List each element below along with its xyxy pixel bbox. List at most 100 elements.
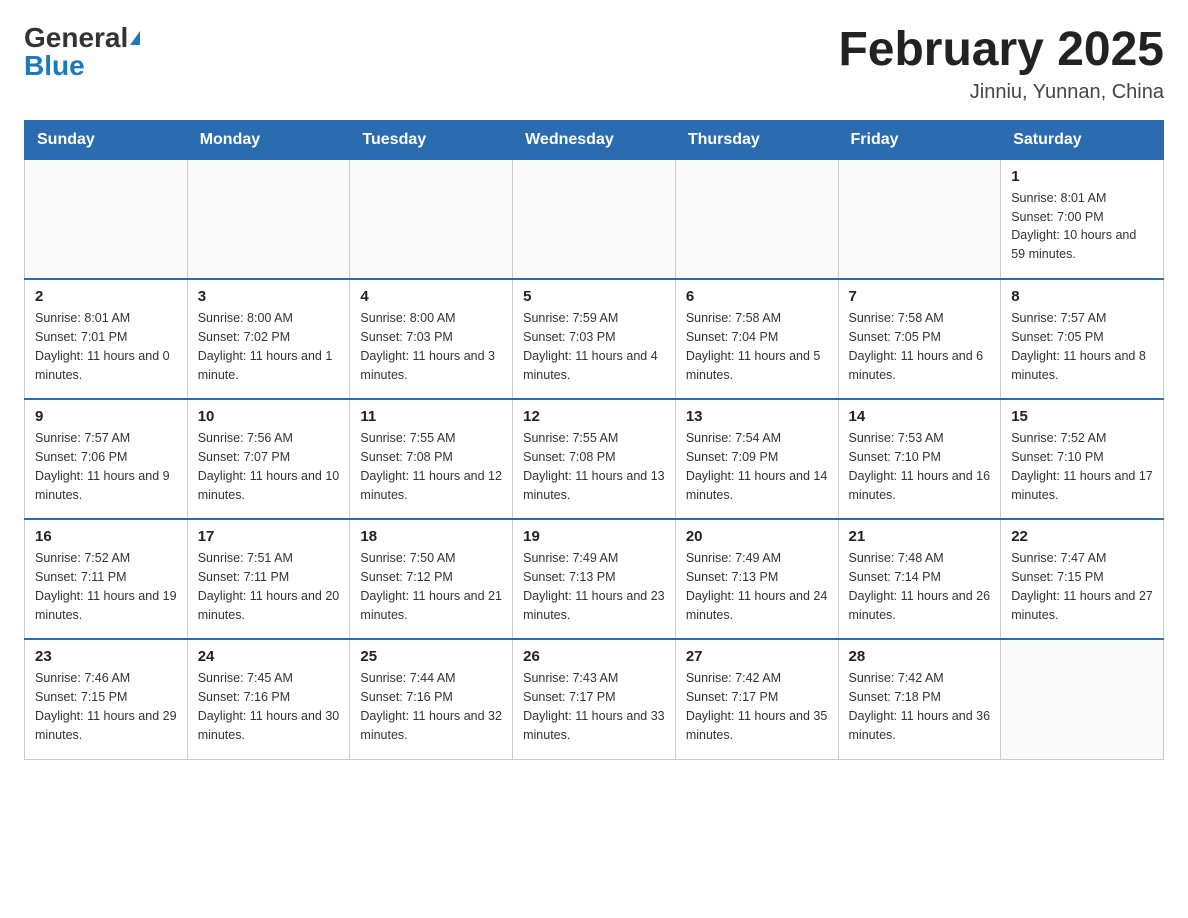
calendar-cell: 12 Sunrise: 7:55 AMSunset: 7:08 PMDayligh… xyxy=(513,399,676,519)
day-number: 20 xyxy=(686,528,828,545)
calendar-week-row: 16Sunrise: 7:52 AMSunset: 7:11 PMDayligh… xyxy=(25,519,1164,639)
day-info: Sunrise: 8:01 AMSunset: 7:00 PMDaylight:… xyxy=(1011,189,1153,264)
title-section: February 2025 Jinniu, Yunnan, China xyxy=(838,24,1164,104)
calendar-cell xyxy=(675,159,838,279)
calendar-cell: 19 Sunrise: 7:49 AMSunset: 7:13 PMDayligh… xyxy=(513,519,676,639)
day-info: Sunrise: 8:00 AMSunset: 7:02 PMDaylight:… xyxy=(198,309,340,384)
calendar-cell xyxy=(838,159,1001,279)
month-title: February 2025 xyxy=(838,24,1164,77)
logo-blue-text: Blue xyxy=(24,52,85,80)
day-number: 26 xyxy=(523,648,665,665)
day-number: 21 xyxy=(849,528,991,545)
day-of-week-header: Sunday xyxy=(25,120,188,159)
day-number: 5 xyxy=(523,288,665,305)
day-number: 6 xyxy=(686,288,828,305)
location-text: Jinniu, Yunnan, China xyxy=(838,81,1164,104)
day-number: 22 xyxy=(1011,528,1153,545)
day-info: Sunrise: 7:52 AMSunset: 7:10 PMDaylight:… xyxy=(1011,429,1153,504)
day-info: Sunrise: 7:42 AMSunset: 7:17 PMDaylight:… xyxy=(686,669,828,744)
calendar-cell xyxy=(513,159,676,279)
day-info: Sunrise: 7:46 AMSunset: 7:15 PMDaylight:… xyxy=(35,669,177,744)
calendar-cell: 6 Sunrise: 7:58 AMSunset: 7:04 PMDaylight… xyxy=(675,279,838,399)
calendar-cell: 5 Sunrise: 7:59 AMSunset: 7:03 PMDaylight… xyxy=(513,279,676,399)
calendar-cell: 4 Sunrise: 8:00 AMSunset: 7:03 PMDaylight… xyxy=(350,279,513,399)
calendar-cell: 25 Sunrise: 7:44 AMSunset: 7:16 PMDayligh… xyxy=(350,639,513,759)
day-number: 17 xyxy=(198,528,340,545)
logo-triangle-icon xyxy=(130,31,140,45)
day-info: Sunrise: 7:57 AMSunset: 7:06 PMDaylight:… xyxy=(35,429,177,504)
calendar-cell: 11Sunrise: 7:55 AMSunset: 7:08 PMDayligh… xyxy=(350,399,513,519)
day-of-week-header: Tuesday xyxy=(350,120,513,159)
day-number: 4 xyxy=(360,288,502,305)
calendar-week-row: 1 Sunrise: 8:01 AMSunset: 7:00 PMDaylight… xyxy=(25,159,1164,279)
calendar-cell: 22 Sunrise: 7:47 AMSunset: 7:15 PMDayligh… xyxy=(1001,519,1164,639)
day-info: Sunrise: 7:47 AMSunset: 7:15 PMDaylight:… xyxy=(1011,549,1153,624)
day-info: Sunrise: 7:58 AMSunset: 7:04 PMDaylight:… xyxy=(686,309,828,384)
calendar-cell xyxy=(350,159,513,279)
day-info: Sunrise: 7:45 AMSunset: 7:16 PMDaylight:… xyxy=(198,669,340,744)
day-info: Sunrise: 7:57 AMSunset: 7:05 PMDaylight:… xyxy=(1011,309,1153,384)
day-info: Sunrise: 7:54 AMSunset: 7:09 PMDaylight:… xyxy=(686,429,828,504)
day-number: 12 xyxy=(523,408,665,425)
calendar-week-row: 9 Sunrise: 7:57 AMSunset: 7:06 PMDaylight… xyxy=(25,399,1164,519)
day-number: 24 xyxy=(198,648,340,665)
day-info: Sunrise: 8:01 AMSunset: 7:01 PMDaylight:… xyxy=(35,309,177,384)
calendar-header-row: SundayMondayTuesdayWednesdayThursdayFrid… xyxy=(25,120,1164,159)
calendar-cell: 13Sunrise: 7:54 AMSunset: 7:09 PMDayligh… xyxy=(675,399,838,519)
calendar-cell: 1 Sunrise: 8:01 AMSunset: 7:00 PMDaylight… xyxy=(1001,159,1164,279)
calendar-cell: 14Sunrise: 7:53 AMSunset: 7:10 PMDayligh… xyxy=(838,399,1001,519)
day-number: 2 xyxy=(35,288,177,305)
day-of-week-header: Monday xyxy=(187,120,350,159)
day-info: Sunrise: 7:56 AMSunset: 7:07 PMDaylight:… xyxy=(198,429,340,504)
day-info: Sunrise: 7:59 AMSunset: 7:03 PMDaylight:… xyxy=(523,309,665,384)
day-number: 1 xyxy=(1011,168,1153,185)
logo-general-text: General xyxy=(24,24,128,52)
day-info: Sunrise: 7:50 AMSunset: 7:12 PMDaylight:… xyxy=(360,549,502,624)
day-number: 8 xyxy=(1011,288,1153,305)
calendar-table: SundayMondayTuesdayWednesdayThursdayFrid… xyxy=(24,120,1164,760)
day-info: Sunrise: 7:43 AMSunset: 7:17 PMDaylight:… xyxy=(523,669,665,744)
day-number: 25 xyxy=(360,648,502,665)
day-number: 18 xyxy=(360,528,502,545)
calendar-cell: 17 Sunrise: 7:51 AMSunset: 7:11 PMDayligh… xyxy=(187,519,350,639)
calendar-cell: 15 Sunrise: 7:52 AMSunset: 7:10 PMDayligh… xyxy=(1001,399,1164,519)
day-info: Sunrise: 7:44 AMSunset: 7:16 PMDaylight:… xyxy=(360,669,502,744)
logo: General Blue xyxy=(24,24,140,80)
calendar-cell: 10 Sunrise: 7:56 AMSunset: 7:07 PMDayligh… xyxy=(187,399,350,519)
day-number: 9 xyxy=(35,408,177,425)
day-number: 14 xyxy=(849,408,991,425)
calendar-cell: 7Sunrise: 7:58 AMSunset: 7:05 PMDaylight… xyxy=(838,279,1001,399)
calendar-cell: 26 Sunrise: 7:43 AMSunset: 7:17 PMDayligh… xyxy=(513,639,676,759)
calendar-week-row: 2 Sunrise: 8:01 AMSunset: 7:01 PMDaylight… xyxy=(25,279,1164,399)
day-number: 10 xyxy=(198,408,340,425)
day-info: Sunrise: 8:00 AMSunset: 7:03 PMDaylight:… xyxy=(360,309,502,384)
day-number: 23 xyxy=(35,648,177,665)
day-number: 16 xyxy=(35,528,177,545)
day-number: 27 xyxy=(686,648,828,665)
calendar-cell xyxy=(25,159,188,279)
day-info: Sunrise: 7:55 AMSunset: 7:08 PMDaylight:… xyxy=(523,429,665,504)
calendar-cell: 23 Sunrise: 7:46 AMSunset: 7:15 PMDayligh… xyxy=(25,639,188,759)
day-number: 3 xyxy=(198,288,340,305)
calendar-cell: 16Sunrise: 7:52 AMSunset: 7:11 PMDayligh… xyxy=(25,519,188,639)
day-info: Sunrise: 7:55 AMSunset: 7:08 PMDaylight:… xyxy=(360,429,502,504)
day-of-week-header: Saturday xyxy=(1001,120,1164,159)
calendar-cell: 20Sunrise: 7:49 AMSunset: 7:13 PMDayligh… xyxy=(675,519,838,639)
day-number: 19 xyxy=(523,528,665,545)
day-info: Sunrise: 7:58 AMSunset: 7:05 PMDaylight:… xyxy=(849,309,991,384)
day-info: Sunrise: 7:42 AMSunset: 7:18 PMDaylight:… xyxy=(849,669,991,744)
calendar-cell: 2 Sunrise: 8:01 AMSunset: 7:01 PMDaylight… xyxy=(25,279,188,399)
calendar-cell: 18 Sunrise: 7:50 AMSunset: 7:12 PMDayligh… xyxy=(350,519,513,639)
day-info: Sunrise: 7:51 AMSunset: 7:11 PMDaylight:… xyxy=(198,549,340,624)
calendar-cell xyxy=(1001,639,1164,759)
day-number: 15 xyxy=(1011,408,1153,425)
calendar-cell: 24 Sunrise: 7:45 AMSunset: 7:16 PMDayligh… xyxy=(187,639,350,759)
calendar-cell: 8 Sunrise: 7:57 AMSunset: 7:05 PMDaylight… xyxy=(1001,279,1164,399)
calendar-week-row: 23 Sunrise: 7:46 AMSunset: 7:15 PMDayligh… xyxy=(25,639,1164,759)
day-number: 28 xyxy=(849,648,991,665)
calendar-cell: 9 Sunrise: 7:57 AMSunset: 7:06 PMDaylight… xyxy=(25,399,188,519)
calendar-cell: 21Sunrise: 7:48 AMSunset: 7:14 PMDayligh… xyxy=(838,519,1001,639)
calendar-cell: 27 Sunrise: 7:42 AMSunset: 7:17 PMDayligh… xyxy=(675,639,838,759)
day-of-week-header: Thursday xyxy=(675,120,838,159)
day-info: Sunrise: 7:49 AMSunset: 7:13 PMDaylight:… xyxy=(523,549,665,624)
